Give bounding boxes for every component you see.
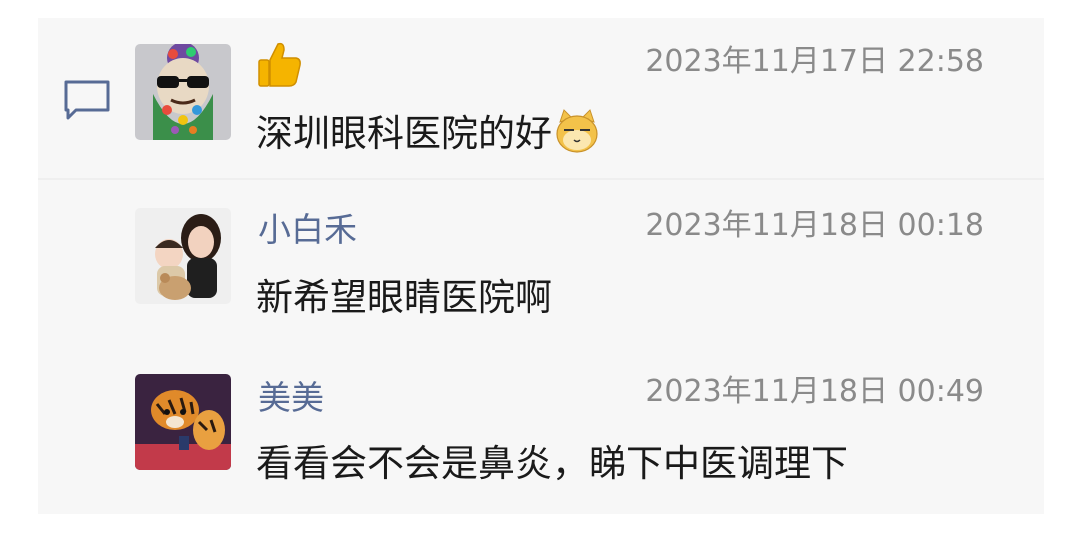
- avatar[interactable]: [135, 44, 231, 140]
- comment-text: 深圳眼科医院的好: [256, 108, 600, 158]
- comment-text: 看看会不会是鼻炎，睇下中医调理下: [256, 442, 848, 485]
- timestamp: 2023年11月18日 00:49: [645, 374, 984, 409]
- comment-text: 新希望眼睛医院啊: [256, 276, 552, 319]
- timestamp: 2023年11月18日 00:18: [645, 208, 984, 243]
- avatar[interactable]: [135, 208, 231, 304]
- section-divider: [38, 178, 1044, 180]
- commenter-name[interactable]: 美美: [258, 378, 324, 418]
- commenter-name[interactable]: 小白禾: [258, 210, 357, 250]
- thumbs-up-icon: [256, 40, 302, 88]
- comment-text-content: 深圳眼科医院的好: [256, 112, 552, 155]
- cat-face-emoji-icon: [554, 108, 600, 154]
- comment-icon[interactable]: [62, 78, 112, 122]
- timestamp: 2023年11月17日 22:58: [645, 44, 984, 79]
- avatar[interactable]: [135, 374, 231, 470]
